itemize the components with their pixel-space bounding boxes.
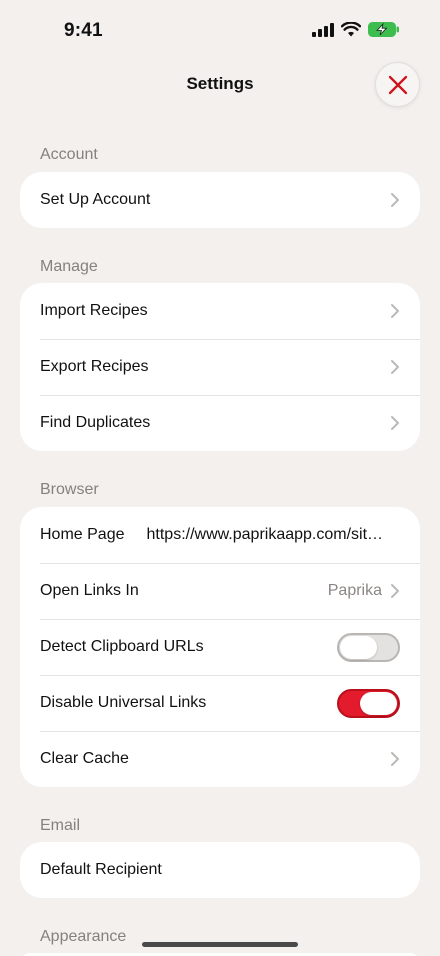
detect-clipboard-urls-row: Detect Clipboard URLs xyxy=(20,619,420,675)
status-time: 9:41 xyxy=(64,20,103,41)
row-label: Clear Cache xyxy=(40,750,129,767)
chevron-right-icon xyxy=(391,193,399,207)
row-label: Disable Universal Links xyxy=(40,694,207,711)
account-card: Set Up Account xyxy=(20,172,420,228)
chevron-right-icon xyxy=(391,584,399,598)
settings-screen: 9:41 Settings Account Set Up Account Man… xyxy=(0,0,440,956)
section-header-manage: Manage xyxy=(40,258,98,275)
cellular-signal-icon xyxy=(312,22,334,37)
open-links-in-row[interactable]: Open Links In Paprika xyxy=(20,563,420,619)
import-recipes-row[interactable]: Import Recipes xyxy=(20,283,420,339)
home-indicator xyxy=(142,942,298,947)
section-header-browser: Browser xyxy=(40,481,99,498)
find-duplicates-row[interactable]: Find Duplicates xyxy=(20,395,420,451)
section-header-account: Account xyxy=(40,146,98,163)
chevron-right-icon xyxy=(391,360,399,374)
chevron-right-icon xyxy=(391,752,399,766)
chevron-right-icon xyxy=(391,416,399,430)
chevron-right-icon xyxy=(391,304,399,318)
row-label: Import Recipes xyxy=(40,302,148,319)
browser-card: Home Page https://www.paprikaapp.com/sit… xyxy=(20,507,420,787)
export-recipes-row[interactable]: Export Recipes xyxy=(20,339,420,395)
row-label: Detect Clipboard URLs xyxy=(40,638,204,655)
set-up-account-row[interactable]: Set Up Account xyxy=(20,172,420,228)
manage-card: Import Recipes Export Recipes Find Dupli… xyxy=(20,283,420,451)
clear-cache-row[interactable]: Clear Cache xyxy=(20,731,420,787)
default-recipient-row[interactable]: Default Recipient xyxy=(20,842,420,898)
home-page-url: https://www.paprikaapp.com/sit… xyxy=(146,526,384,543)
disable-universal-links-toggle[interactable] xyxy=(337,688,400,718)
toggle-knob xyxy=(340,635,377,659)
toggle-knob xyxy=(360,691,397,715)
battery-charging-icon xyxy=(368,22,399,37)
open-links-in-value: Paprika xyxy=(327,582,382,599)
row-label: Export Recipes xyxy=(40,358,149,375)
page-title: Settings xyxy=(186,74,254,93)
section-header-email: Email xyxy=(40,817,81,834)
row-label: Open Links In xyxy=(40,582,139,599)
close-button[interactable] xyxy=(375,62,420,107)
row-label: Home Page xyxy=(40,526,125,543)
row-label: Find Duplicates xyxy=(40,414,151,431)
wifi-icon xyxy=(341,22,361,37)
status-icons xyxy=(312,22,400,37)
close-x-icon xyxy=(388,75,407,94)
section-header-appearance: Appearance xyxy=(40,928,127,945)
row-label: Set Up Account xyxy=(40,191,151,208)
home-page-row[interactable]: Home Page https://www.paprikaapp.com/sit… xyxy=(20,507,420,563)
status-bar: 9:41 xyxy=(0,0,440,64)
row-label: Default Recipient xyxy=(40,861,162,878)
detect-clipboard-urls-toggle[interactable] xyxy=(337,632,400,662)
email-card: Default Recipient xyxy=(20,842,420,898)
disable-universal-links-row: Disable Universal Links xyxy=(20,675,420,731)
